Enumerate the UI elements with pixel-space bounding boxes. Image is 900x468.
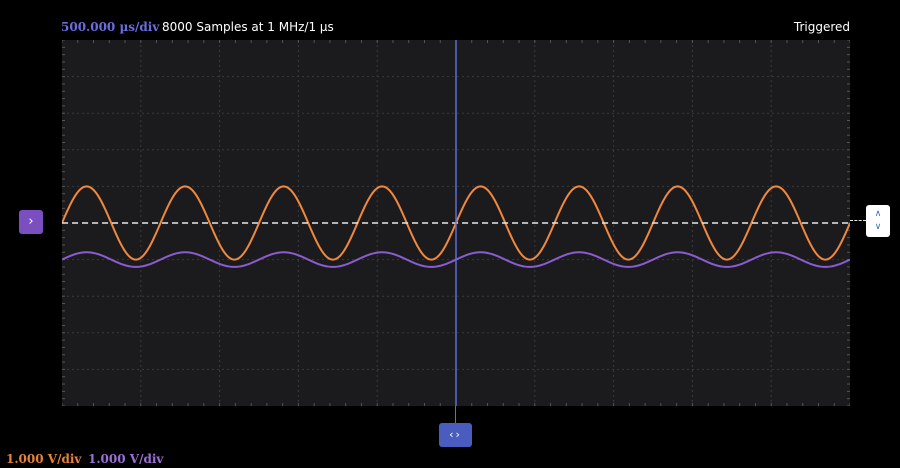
trigger-status: Triggered: [793, 20, 850, 34]
chevron-right-icon: ›: [28, 214, 34, 229]
timebase-readout[interactable]: 500.000 µs/div: [61, 20, 159, 34]
trigger-line-extension: [850, 220, 866, 221]
trigger-level-handle[interactable]: ∧ ∨: [866, 205, 890, 237]
chevron-up-down-icon: ∧ ∨: [874, 209, 882, 232]
scope-graph: [62, 40, 850, 406]
scope-header: 500.000 µs/div 8000 Samples at 1 MHz/1 µ…: [0, 0, 900, 40]
channel-a-scale[interactable]: 1.000 V/div: [6, 452, 81, 466]
channel-b-scale[interactable]: 1.000 V/div: [88, 452, 163, 466]
oscilloscope-plot[interactable]: [62, 40, 850, 406]
chevron-left-right-icon: ‹›: [449, 428, 462, 441]
samples-readout: 8000 Samples at 1 MHz/1 µs: [162, 20, 334, 34]
time-cursor-extension: [455, 406, 456, 423]
time-cursor-handle[interactable]: ‹›: [439, 423, 472, 447]
channel-offset-marker[interactable]: ›: [19, 210, 43, 234]
